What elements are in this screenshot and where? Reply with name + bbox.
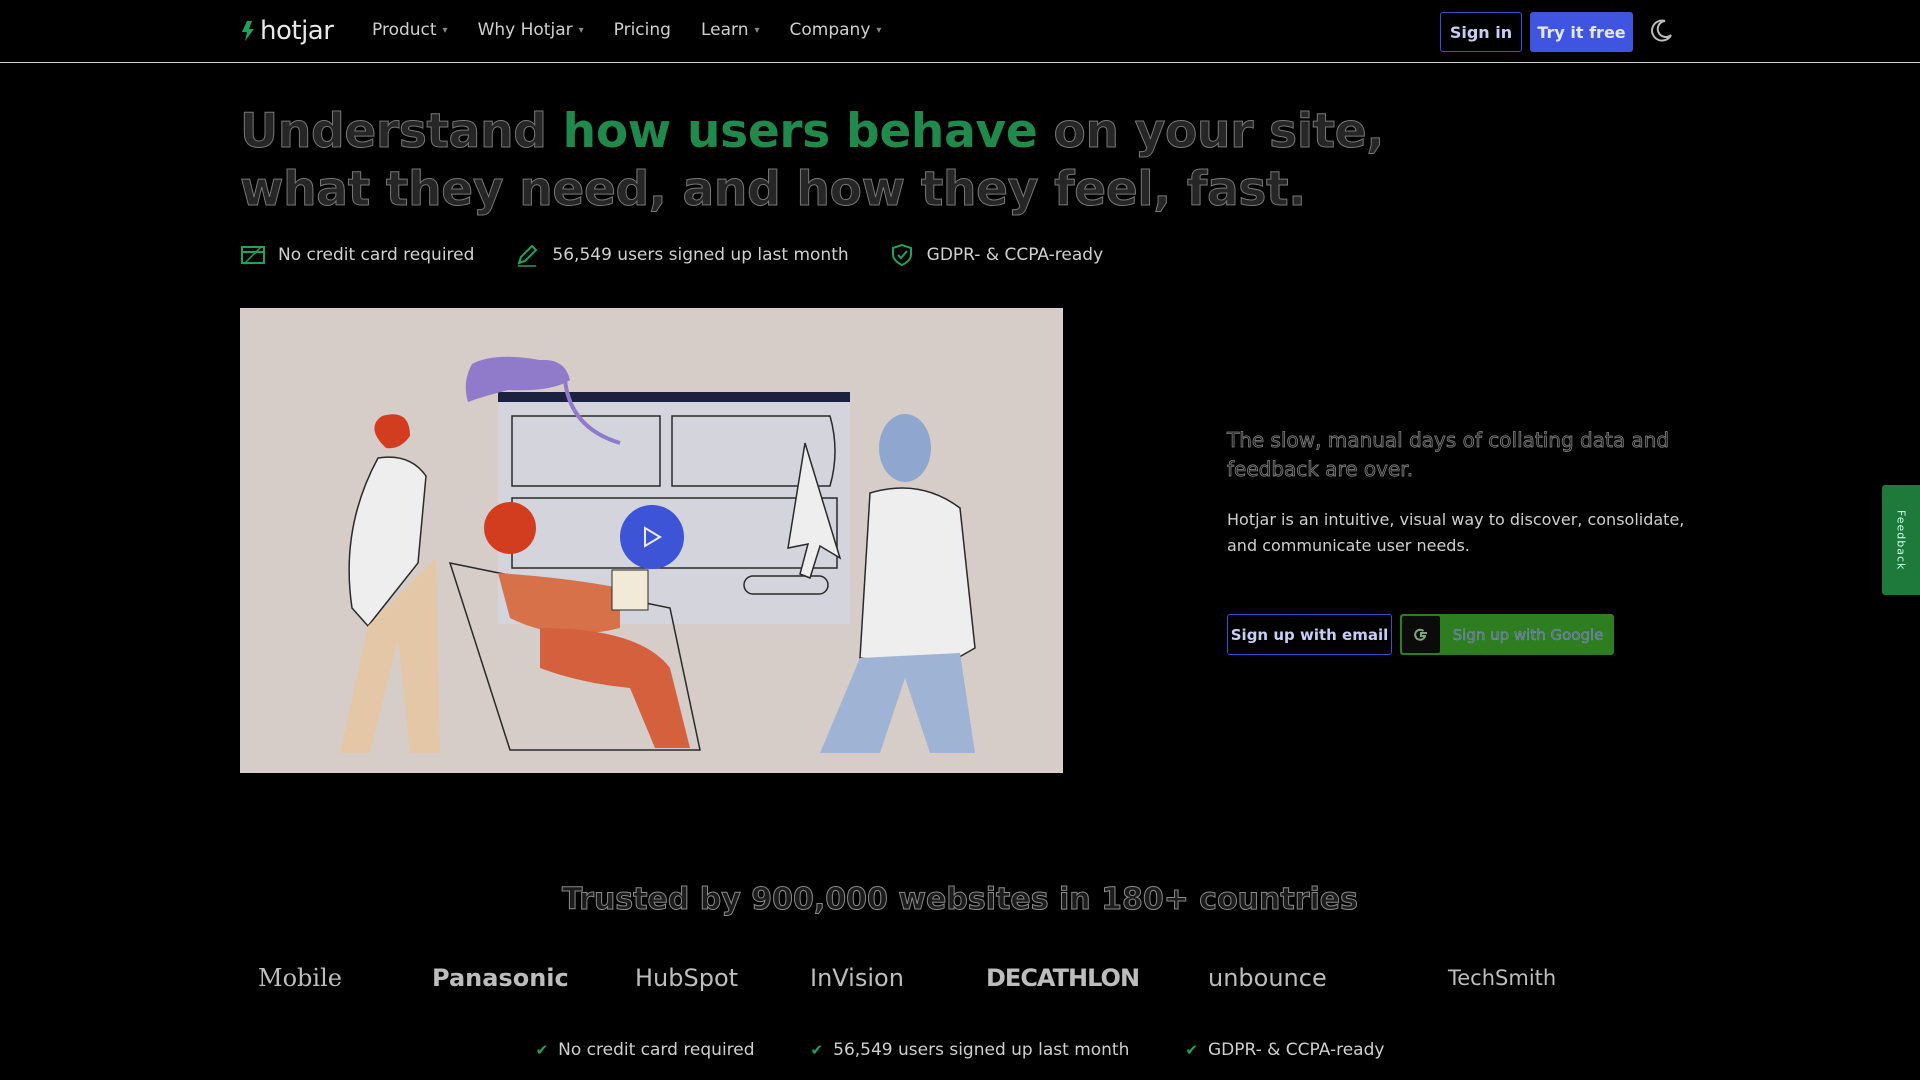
try-free-button[interactable]: Try it free <box>1530 12 1633 52</box>
bottom-perk: ✔ No credit card required <box>536 1040 755 1060</box>
perk-label: No credit card required <box>278 245 475 265</box>
bottom-perk-label: GDPR- & CCPA-ready <box>1207 1040 1385 1060</box>
check-icon: ✔ <box>810 1041 824 1059</box>
brand-logo-decathlon: DECATHLON <box>986 964 1140 992</box>
hero-title: Understand how users behave on your site… <box>240 103 1490 219</box>
copy-description: Hotjar is an intuitive, visual way to di… <box>1227 510 1685 555</box>
brand-logo-hubspot: HubSpot <box>635 964 739 992</box>
bottom-perks: ✔ No credit card required ✔ 56,549 users s… <box>0 1040 1920 1060</box>
bottom-perk-label: No credit card required <box>558 1040 755 1060</box>
hero-perks: No credit card required 56,549 users sig… <box>240 242 1103 268</box>
nav-label: Why Hotjar <box>477 20 573 40</box>
bottom-perk-label: 56,549 users signed up last month <box>833 1040 1130 1060</box>
customer-logos: Mobile Panasonic HubSpot InVision DECATH… <box>258 958 1678 998</box>
google-button-label: Sign up with Google <box>1452 625 1604 644</box>
perk-signups: 56,549 users signed up last month <box>514 242 849 268</box>
sign-in-button[interactable]: Sign in <box>1440 12 1522 52</box>
chevron-down-icon: ▾ <box>754 24 760 36</box>
dark-mode-moon-icon[interactable] <box>1648 18 1674 44</box>
nav-learn[interactable]: Learn ▾ <box>701 20 760 40</box>
brand-logo-unbounce: unbounce <box>1208 964 1327 992</box>
chevron-down-icon: ▾ <box>876 24 882 36</box>
signup-email-button[interactable]: Sign up with email <box>1227 614 1392 655</box>
play-video-button[interactable] <box>620 505 684 569</box>
nav-label: Learn <box>700 20 749 40</box>
perk-gdpr: GDPR- & CCPA-ready <box>889 242 1103 268</box>
brand-logo-panasonic: Panasonic <box>432 964 569 992</box>
check-icon: ✔ <box>535 1041 549 1059</box>
brand-logo-invision: InVision <box>810 964 904 992</box>
bottom-perk: ✔ GDPR- & CCPA-ready <box>1185 1040 1384 1060</box>
site-header: hotjar Product ▾ Why Hotjar ▾ Pricing Lear… <box>0 0 1920 63</box>
feedback-label: Feedback <box>1894 509 1908 571</box>
perk-label: GDPR- & CCPA-ready <box>926 245 1104 265</box>
perk-label: 56,549 users signed up last month <box>552 245 849 265</box>
trusted-heading: Trusted by 900,000 websites in 180+ coun… <box>561 882 1359 918</box>
hero-title-start: Understand <box>240 104 563 160</box>
brand-logo-techsmith: TechSmith <box>1448 966 1557 990</box>
play-icon <box>644 526 662 548</box>
chevron-down-icon: ▾ <box>578 24 584 36</box>
check-icon: ✔ <box>1185 1041 1198 1059</box>
nav-product[interactable]: Product ▾ <box>372 20 448 40</box>
main-nav: Product ▾ Why Hotjar ▾ Pricing Learn ▾ Comp… <box>372 20 881 40</box>
hotjar-logo[interactable]: hotjar <box>240 16 334 46</box>
nav-label: Company <box>789 20 871 40</box>
pencil-icon <box>517 244 538 267</box>
nav-label: Pricing <box>613 20 671 40</box>
hero-title-highlight: how users behave <box>562 104 1038 159</box>
nav-company[interactable]: Company ▾ <box>790 20 882 40</box>
feedback-tab[interactable]: Feedback <box>1882 485 1920 595</box>
hotjar-bolt-icon <box>242 21 254 41</box>
signup-google-button[interactable]: Sign up with Google <box>1400 614 1614 655</box>
brand-name: hotjar <box>260 16 334 46</box>
nav-why-hotjar[interactable]: Why Hotjar ▾ <box>478 20 584 40</box>
copy-headline: The slow, manual days of collating data … <box>1227 428 1670 482</box>
nav-label: Product <box>372 20 437 40</box>
google-g-icon <box>1402 616 1440 653</box>
chevron-down-icon: ▾ <box>442 24 448 36</box>
bottom-perk: ✔ 56,549 users signed up last month <box>811 1040 1130 1060</box>
brand-logo-mobile: Mobile <box>258 964 342 992</box>
perk-no-credit-card: No credit card required <box>240 242 474 268</box>
nav-pricing[interactable]: Pricing <box>614 20 671 40</box>
shield-check-icon <box>891 243 912 267</box>
credit-card-icon <box>241 245 265 265</box>
